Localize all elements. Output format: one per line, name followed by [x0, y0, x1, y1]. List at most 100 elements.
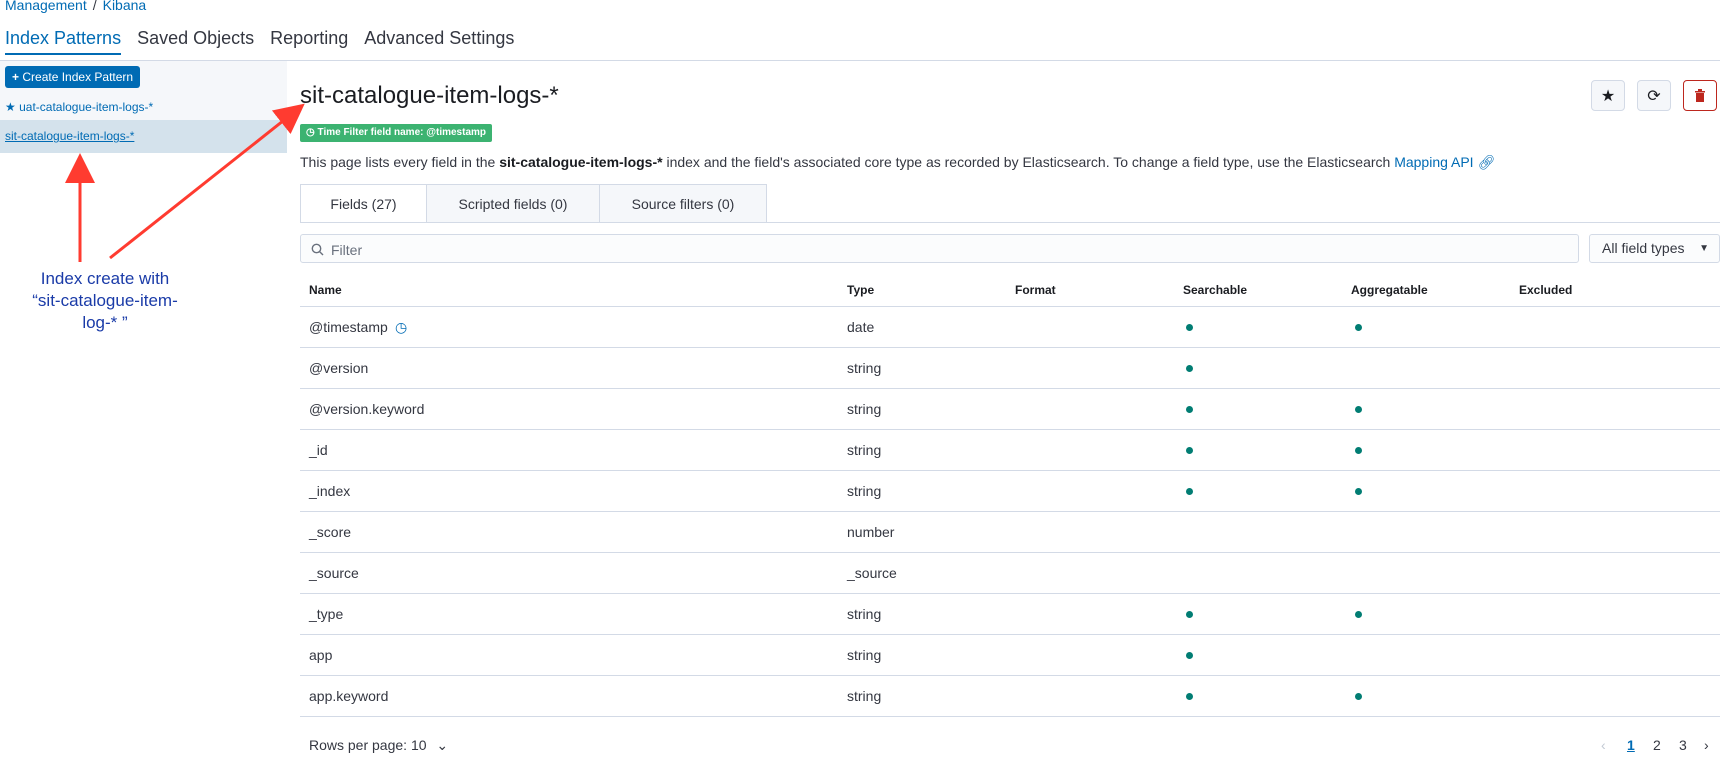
- plus-icon: +: [12, 70, 20, 84]
- field-name: _source: [309, 565, 359, 581]
- trash-icon: [1695, 89, 1705, 102]
- filter-input[interactable]: [329, 239, 1573, 261]
- searchable-dot: [1186, 652, 1193, 659]
- mapping-api-label: Mapping API: [1394, 154, 1474, 170]
- header-name[interactable]: Name: [309, 283, 342, 297]
- breadcrumb-management[interactable]: Management: [5, 0, 87, 13]
- aggregatable-dot: [1355, 693, 1362, 700]
- filter-box: [300, 234, 1579, 263]
- time-filter-badge: ◷ Time Filter field name: @timestamp: [300, 124, 493, 142]
- tab-fields[interactable]: Fields (27): [300, 184, 427, 223]
- field-name: _type: [309, 606, 344, 622]
- field-type: string: [847, 688, 882, 704]
- refresh-fields-button[interactable]: ⟳: [1637, 80, 1671, 111]
- field-type: number: [847, 524, 895, 540]
- tabs-underline: [300, 222, 1720, 223]
- time-field-icon: ◷: [395, 319, 408, 335]
- annotation-text: Index create with “sit-catalogue-item- l…: [0, 268, 210, 334]
- tab-scripted-fields[interactable]: Scripted fields (0): [426, 184, 600, 223]
- header-type[interactable]: Type: [847, 283, 874, 297]
- row-divider: [300, 675, 1720, 676]
- delete-index-pattern-button[interactable]: [1683, 80, 1717, 111]
- sidebar-item-label: uat-catalogue-item-logs-*: [19, 100, 154, 114]
- annotation-line-2: “sit-catalogue-item-: [32, 291, 178, 310]
- sidebar-item-sit-catalogue[interactable]: sit-catalogue-item-logs-*: [5, 129, 134, 143]
- annotation-line-1: Index create with: [40, 269, 170, 288]
- searchable-dot: [1186, 611, 1193, 618]
- description-prefix: This page lists every field in the: [300, 154, 500, 170]
- field-type: _source: [847, 565, 897, 581]
- aggregatable-dot: [1355, 488, 1362, 495]
- row-divider: [300, 716, 1720, 717]
- description-index: sit-catalogue-item-logs-*: [499, 154, 663, 170]
- header-aggregatable[interactable]: Aggregatable: [1351, 283, 1428, 297]
- description-suffix: index and the field's associated core ty…: [662, 154, 1395, 170]
- field-name: _id: [309, 442, 328, 458]
- annotation-line-3: log-* ”: [82, 313, 128, 332]
- row-divider: [300, 552, 1720, 553]
- field-type: string: [847, 442, 882, 458]
- breadcrumb-kibana[interactable]: Kibana: [103, 0, 147, 13]
- header-format: Format: [1015, 283, 1056, 297]
- field-type: string: [847, 647, 882, 663]
- field-name: @version.keyword: [309, 401, 425, 417]
- field-name: app: [309, 647, 333, 663]
- page-1[interactable]: 1: [1627, 737, 1635, 753]
- field-name: @version: [309, 360, 369, 376]
- field-name: @timestamp: [309, 319, 388, 335]
- field-type: string: [847, 483, 882, 499]
- star-icon: ★: [1600, 87, 1616, 105]
- caret-down-icon: ▼: [1699, 243, 1709, 254]
- header-searchable[interactable]: Searchable: [1183, 283, 1247, 297]
- aggregatable-dot: [1355, 406, 1362, 413]
- page-description: This page lists every field in the sit-c…: [300, 154, 1495, 171]
- time-filter-label: Time Filter field name: @timestamp: [317, 127, 487, 138]
- tab-index-patterns[interactable]: Index Patterns: [5, 28, 122, 55]
- mapping-api-link[interactable]: Mapping API 🔗︎: [1394, 154, 1495, 170]
- tab-advanced-settings[interactable]: Advanced Settings: [364, 28, 514, 53]
- field-type: date: [847, 319, 875, 335]
- management-tabs: Index Patterns Saved Objects Reporting A…: [5, 28, 525, 55]
- row-divider: [300, 429, 1720, 430]
- searchable-dot: [1186, 693, 1193, 700]
- link-icon: 🔗︎: [1477, 154, 1496, 170]
- searchable-dot: [1186, 406, 1193, 413]
- rows-per-page-label: Rows per page: 10: [309, 737, 427, 753]
- create-index-pattern-button[interactable]: + Create Index Pattern: [5, 66, 141, 88]
- row-divider: [300, 593, 1720, 594]
- row-divider: [300, 470, 1720, 471]
- field-type: string: [847, 360, 882, 376]
- header-excluded[interactable]: Excluded: [1519, 283, 1572, 297]
- row-divider: [300, 511, 1720, 512]
- tab-saved-objects[interactable]: Saved Objects: [137, 28, 254, 53]
- page-3[interactable]: 3: [1679, 737, 1687, 753]
- header-divider: [300, 306, 1720, 307]
- tab-reporting[interactable]: Reporting: [270, 28, 348, 53]
- searchable-dot: [1186, 488, 1193, 495]
- page-2[interactable]: 2: [1653, 737, 1661, 753]
- field-type-label: All field types: [1602, 240, 1685, 256]
- aggregatable-dot: [1355, 324, 1362, 331]
- searchable-dot: [1186, 324, 1193, 331]
- prev-page-icon[interactable]: ‹: [1601, 737, 1606, 753]
- row-divider: [300, 388, 1720, 389]
- breadcrumb-separator: /: [92, 0, 97, 13]
- field-type: string: [847, 606, 882, 622]
- clock-icon: ◷: [306, 127, 315, 138]
- set-default-button[interactable]: ★: [1591, 80, 1625, 111]
- breadcrumb: Management / Kibana: [5, 0, 146, 13]
- tab-source-filters[interactable]: Source filters (0): [599, 184, 767, 223]
- searchable-dot: [1186, 447, 1193, 454]
- rows-per-page-button[interactable]: Rows per page: 10 ⌄: [309, 737, 448, 754]
- field-name: _score: [309, 524, 352, 540]
- field-type-select[interactable]: All field types ▼: [1589, 234, 1720, 263]
- chevron-down-icon: ⌄: [436, 737, 449, 753]
- sidebar-item-uat-catalogue[interactable]: ★ uat-catalogue-item-logs-*: [5, 100, 153, 114]
- create-index-pattern-label: Create Index Pattern: [22, 70, 134, 84]
- row-divider: [300, 347, 1720, 348]
- next-page-icon[interactable]: ›: [1704, 737, 1709, 753]
- field-type: string: [847, 401, 882, 417]
- search-icon: [311, 243, 324, 256]
- aggregatable-dot: [1355, 447, 1362, 454]
- aggregatable-dot: [1355, 611, 1362, 618]
